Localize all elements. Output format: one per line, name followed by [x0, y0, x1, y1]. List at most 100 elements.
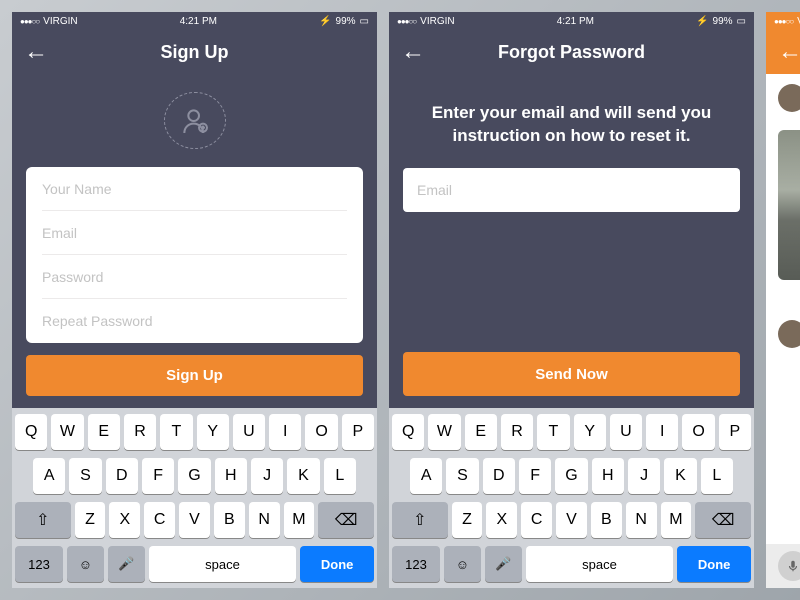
key-p[interactable]: P	[719, 414, 751, 450]
key-x[interactable]: X	[109, 502, 140, 538]
carrier-label: VIRGIN	[420, 16, 454, 27]
person-add-icon	[179, 105, 211, 137]
key-e[interactable]: E	[88, 414, 120, 450]
num-key[interactable]: 123	[15, 546, 63, 582]
key-m[interactable]: M	[284, 502, 315, 538]
key-v[interactable]: V	[556, 502, 587, 538]
key-g[interactable]: G	[555, 458, 587, 494]
email-input-wrap	[403, 168, 740, 212]
key-r[interactable]: R	[501, 414, 533, 450]
key-s[interactable]: S	[69, 458, 101, 494]
key-f[interactable]: F	[519, 458, 551, 494]
key-y[interactable]: Y	[574, 414, 606, 450]
key-q[interactable]: Q	[392, 414, 424, 450]
key-m[interactable]: M	[661, 502, 692, 538]
key-y[interactable]: Y	[197, 414, 229, 450]
key-k[interactable]: K	[287, 458, 319, 494]
key-i[interactable]: I	[646, 414, 678, 450]
backspace-key[interactable]: ⌫	[695, 502, 751, 538]
battery-icon: ▭	[737, 16, 746, 27]
phone-signup: ●●●○○ VIRGIN 4:21 PM ⚡ 99% ▭ ← Sign Up S…	[12, 12, 377, 588]
key-v[interactable]: V	[179, 502, 210, 538]
password-field[interactable]	[42, 269, 347, 285]
battery-icon: ▭	[360, 16, 369, 27]
back-icon[interactable]: ←	[778, 38, 800, 66]
shift-key[interactable]: ⇧	[15, 502, 71, 538]
backspace-key[interactable]: ⌫	[318, 502, 374, 538]
key-w[interactable]: W	[428, 414, 460, 450]
key-c[interactable]: C	[521, 502, 552, 538]
key-l[interactable]: L	[324, 458, 356, 494]
back-icon[interactable]: ←	[401, 38, 425, 66]
done-key[interactable]: Done	[677, 546, 751, 582]
key-u[interactable]: U	[233, 414, 265, 450]
key-r[interactable]: R	[124, 414, 156, 450]
key-u[interactable]: U	[610, 414, 642, 450]
key-p[interactable]: P	[342, 414, 374, 450]
key-k[interactable]: K	[664, 458, 696, 494]
status-bar: ●●●○○ VIRGIN	[766, 12, 800, 30]
shift-key[interactable]: ⇧	[392, 502, 448, 538]
key-o[interactable]: O	[305, 414, 337, 450]
kb-row-3: ⇧ ZXCVBNM ⌫	[392, 502, 751, 538]
key-a[interactable]: A	[33, 458, 65, 494]
signup-form	[26, 167, 363, 343]
back-icon[interactable]: ←	[24, 38, 48, 66]
emoji-key[interactable]: ☺	[444, 546, 481, 582]
key-f[interactable]: F	[142, 458, 174, 494]
mic-key[interactable]: 🎤	[485, 546, 522, 582]
battery-label: 99%	[336, 16, 356, 27]
num-key[interactable]: 123	[392, 546, 440, 582]
key-i[interactable]: I	[269, 414, 301, 450]
email-field[interactable]	[417, 182, 726, 198]
signup-button[interactable]: Sign Up	[26, 355, 363, 396]
clock: 4:21 PM	[557, 16, 594, 27]
send-button[interactable]: Send Now	[403, 352, 740, 396]
done-key[interactable]: Done	[300, 546, 374, 582]
space-key[interactable]: space	[149, 546, 297, 582]
key-d[interactable]: D	[106, 458, 138, 494]
key-b[interactable]: B	[591, 502, 622, 538]
forgot-content: Enter your email and will send you instr…	[389, 74, 754, 408]
key-s[interactable]: S	[446, 458, 478, 494]
key-d[interactable]: D	[483, 458, 515, 494]
key-z[interactable]: Z	[452, 502, 483, 538]
kb-row-1: QWERTYUIOP	[392, 414, 751, 450]
key-e[interactable]: E	[465, 414, 497, 450]
emoji-key[interactable]: ☺	[67, 546, 104, 582]
key-x[interactable]: X	[486, 502, 517, 538]
input-bar	[766, 544, 800, 588]
key-c[interactable]: C	[144, 502, 175, 538]
name-field[interactable]	[42, 181, 347, 197]
key-g[interactable]: G	[178, 458, 210, 494]
key-t[interactable]: T	[160, 414, 192, 450]
space-key[interactable]: space	[526, 546, 674, 582]
signal-dots: ●●●○○	[397, 17, 416, 26]
voice-button[interactable]	[778, 551, 800, 581]
phone-forgot: ●●●○○ VIRGIN 4:21 PM ⚡ 99% ▭ ← Forgot Pa…	[389, 12, 754, 588]
key-o[interactable]: O	[682, 414, 714, 450]
signal-dots: ●●●○○	[774, 17, 793, 26]
key-n[interactable]: N	[626, 502, 657, 538]
key-j[interactable]: J	[628, 458, 660, 494]
key-t[interactable]: T	[537, 414, 569, 450]
key-w[interactable]: W	[51, 414, 83, 450]
avatar-upload[interactable]	[164, 92, 226, 149]
key-q[interactable]: Q	[15, 414, 47, 450]
key-h[interactable]: H	[215, 458, 247, 494]
mic-key[interactable]: 🎤	[108, 546, 145, 582]
key-j[interactable]: J	[251, 458, 283, 494]
avatar[interactable]	[778, 320, 800, 348]
email-field[interactable]	[42, 225, 347, 241]
chat-image[interactable]	[778, 130, 800, 280]
avatar[interactable]	[778, 84, 800, 112]
key-l[interactable]: L	[701, 458, 733, 494]
key-n[interactable]: N	[249, 502, 280, 538]
key-h[interactable]: H	[592, 458, 624, 494]
key-a[interactable]: A	[410, 458, 442, 494]
page-title: Sign Up	[12, 42, 377, 63]
key-b[interactable]: B	[214, 502, 245, 538]
keyboard: QWERTYUIOP ASDFGHJKL ⇧ ZXCVBNM ⌫ 123 ☺ 🎤…	[389, 408, 754, 588]
repeat-password-field[interactable]	[42, 313, 347, 329]
key-z[interactable]: Z	[75, 502, 106, 538]
